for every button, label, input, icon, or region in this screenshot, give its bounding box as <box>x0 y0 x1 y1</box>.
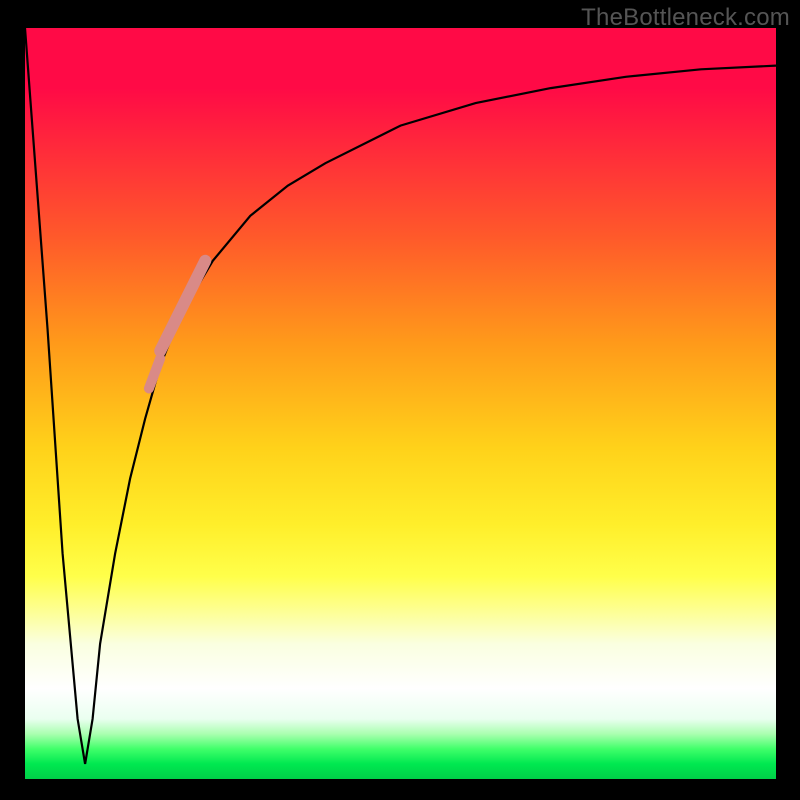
plot-area <box>25 28 776 779</box>
highlight-pill-large <box>160 261 205 351</box>
highlight-pill-small <box>149 358 160 388</box>
curve-layer <box>25 28 776 779</box>
chart-frame: TheBottleneck.com <box>0 0 800 800</box>
bottleneck-curve <box>25 28 776 764</box>
watermark-text: TheBottleneck.com <box>581 4 790 32</box>
